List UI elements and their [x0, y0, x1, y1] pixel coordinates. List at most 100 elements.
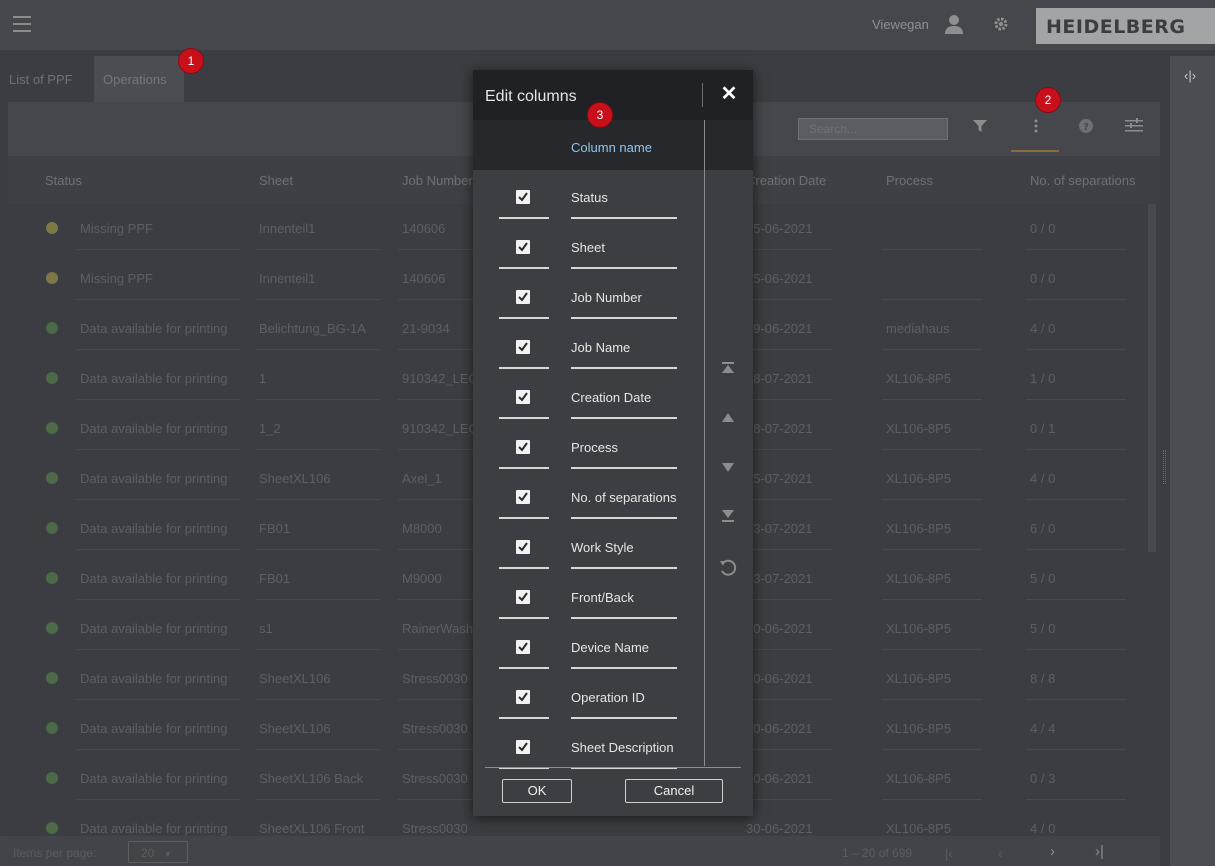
- status-indicator-icon: [46, 522, 58, 534]
- cell-underline: [76, 299, 241, 300]
- column-list-item[interactable]: Device Name: [473, 621, 705, 671]
- cell-underline: [76, 499, 241, 500]
- column-list-item[interactable]: Job Name: [473, 321, 705, 371]
- column-header-job-number[interactable]: Job Number: [402, 173, 473, 188]
- help-icon[interactable]: ?: [1076, 118, 1096, 138]
- checkbox[interactable]: [516, 290, 530, 304]
- cell-underline: [1026, 449, 1126, 450]
- cell-underline: [742, 599, 832, 600]
- cell-underline: [742, 549, 832, 550]
- move-to-top-icon[interactable]: [719, 361, 737, 379]
- gear-icon[interactable]: [993, 16, 1009, 32]
- panel-resize-handle[interactable]: [1163, 450, 1166, 484]
- checkbox-underline: [499, 567, 549, 569]
- table-cell-job: 910342_LEC: [402, 371, 477, 386]
- move-to-bottom-icon[interactable]: [719, 509, 737, 527]
- table-cell-process: XL106-8P5: [886, 471, 952, 486]
- table-scrollbar[interactable]: [1148, 204, 1156, 552]
- move-up-icon[interactable]: [719, 410, 737, 428]
- table-cell-separations: 0 / 0: [1030, 271, 1056, 286]
- checkbox[interactable]: [516, 490, 530, 504]
- cell-underline: [1026, 249, 1126, 250]
- panel-toggle-icon[interactable]: ‹|›: [1184, 68, 1196, 83]
- table-cell-separations: 5 / 0: [1030, 571, 1056, 586]
- check-icon: [518, 692, 528, 702]
- column-header-status[interactable]: Status: [45, 173, 82, 188]
- cancel-button[interactable]: Cancel: [625, 779, 723, 803]
- table-cell-job: Axel_1: [402, 471, 442, 486]
- cell-underline: [1026, 749, 1126, 750]
- column-list-item[interactable]: Sheet Description: [473, 721, 705, 771]
- cell-underline: [255, 499, 380, 500]
- status-indicator-icon: [46, 322, 58, 334]
- cell-underline: [742, 799, 832, 800]
- checkbox[interactable]: [516, 640, 530, 654]
- column-list-item[interactable]: Process: [473, 421, 705, 471]
- checkbox[interactable]: [516, 340, 530, 354]
- column-list-item[interactable]: Job Number: [473, 271, 705, 321]
- cell-underline: [398, 249, 473, 250]
- column-list-item[interactable]: Creation Date: [473, 371, 705, 421]
- column-list-item[interactable]: Operation ID: [473, 671, 705, 721]
- column-header-sheet[interactable]: Sheet: [259, 173, 293, 188]
- step-badge-2: 2: [1036, 88, 1060, 112]
- column-list-item[interactable]: Front/Back: [473, 571, 705, 621]
- check-icon: [518, 442, 528, 452]
- user-icon[interactable]: [945, 14, 963, 34]
- close-icon[interactable]: ✕: [718, 83, 740, 105]
- table-cell-date: 25-06-2021: [746, 221, 813, 236]
- table-cell-status: Data available for printing: [80, 371, 228, 386]
- cell-underline: [398, 349, 473, 350]
- column-list-item[interactable]: Status: [473, 171, 705, 221]
- checkbox[interactable]: [516, 540, 530, 554]
- next-page-icon[interactable]: ›: [1050, 843, 1055, 860]
- filter-icon[interactable]: [970, 118, 990, 138]
- cell-underline: [1026, 499, 1126, 500]
- checkbox[interactable]: [516, 590, 530, 604]
- table-cell-process: XL106-8P5: [886, 621, 952, 636]
- checkbox[interactable]: [516, 240, 530, 254]
- column-header-process[interactable]: Process: [886, 173, 933, 188]
- tab-operations[interactable]: Operations: [94, 56, 184, 102]
- column-header-separations[interactable]: No. of separations: [1030, 173, 1136, 188]
- column-list-item[interactable]: Work Style: [473, 521, 705, 571]
- move-down-icon[interactable]: [719, 460, 737, 478]
- column-header-creation-date[interactable]: Creation Date: [746, 173, 826, 188]
- cell-underline: [76, 599, 241, 600]
- item-underline: [571, 617, 677, 619]
- table-cell-date: 30-06-2021: [746, 771, 813, 786]
- cell-underline: [398, 699, 473, 700]
- table-cell-status: Missing PPF: [80, 221, 153, 236]
- checkbox[interactable]: [516, 440, 530, 454]
- last-page-icon[interactable]: ›|: [1095, 843, 1104, 860]
- search-input[interactable]: Search...: [798, 118, 948, 140]
- checkbox[interactable]: [516, 690, 530, 704]
- table-cell-sheet: Innenteil1: [259, 271, 316, 286]
- ok-button[interactable]: OK: [502, 779, 572, 803]
- first-page-icon[interactable]: |‹: [945, 846, 953, 861]
- item-underline: [571, 467, 677, 469]
- table-cell-job: Stress0030: [402, 821, 468, 836]
- check-icon: [518, 192, 528, 202]
- settings-sliders-icon[interactable]: [1124, 118, 1144, 138]
- tab-list-of-ppf[interactable]: List of PPF: [0, 56, 94, 102]
- checkbox[interactable]: [516, 390, 530, 404]
- username[interactable]: Viewegan: [872, 17, 929, 32]
- table-cell-sheet: SheetXL106 Back: [259, 771, 364, 786]
- hamburger-menu-icon[interactable]: [13, 16, 31, 32]
- checkbox[interactable]: [516, 190, 530, 204]
- column-list-item-label: Job Number: [571, 290, 642, 305]
- column-list-item-label: Sheet Description: [571, 740, 674, 755]
- table-cell-separations: 8 / 8: [1030, 671, 1056, 686]
- reset-icon[interactable]: [719, 559, 737, 577]
- cell-underline: [1026, 649, 1126, 650]
- column-list-item[interactable]: No. of separations: [473, 471, 705, 521]
- items-per-page-select[interactable]: 20 ▼: [128, 841, 188, 863]
- cell-underline: [1026, 299, 1126, 300]
- previous-page-icon[interactable]: ‹: [998, 846, 1002, 861]
- more-vertical-icon[interactable]: [1026, 118, 1046, 138]
- heidelberg-logo: HEIDELBERG: [1036, 8, 1215, 44]
- cell-underline: [742, 449, 832, 450]
- column-list-item[interactable]: Sheet: [473, 221, 705, 271]
- checkbox[interactable]: [516, 740, 530, 754]
